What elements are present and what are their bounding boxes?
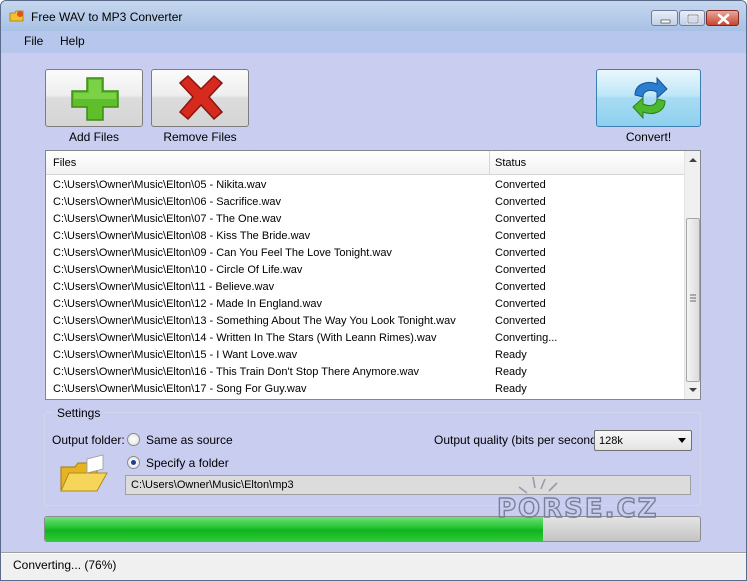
column-files[interactable]: Files [53, 157, 76, 169]
output-quality-label: Output quality (bits per second): [434, 433, 605, 447]
list-row[interactable]: C:\Users\Owner\Music\Elton\13 - Somethin… [46, 313, 684, 330]
scroll-up-icon[interactable] [688, 155, 698, 165]
column-status[interactable]: Status [495, 157, 526, 169]
specify-folder-label[interactable]: Specify a folder [146, 456, 229, 470]
file-path: C:\Users\Owner\Music\Elton\13 - Somethin… [53, 315, 456, 327]
remove-files-button[interactable] [151, 69, 249, 127]
chevron-down-icon [678, 438, 686, 443]
output-folder-label: Output folder: [52, 433, 125, 447]
file-status: Converted [495, 298, 546, 310]
list-row[interactable]: C:\Users\Owner\Music\Elton\12 - Made In … [46, 296, 684, 313]
file-status: Converted [495, 264, 546, 276]
close-button[interactable] [706, 10, 739, 26]
menu-bar: File Help [1, 31, 746, 53]
file-path: C:\Users\Owner\Music\Elton\07 - The One.… [53, 213, 282, 225]
file-status: Ready [495, 349, 527, 361]
output-quality-value: 128k [599, 435, 623, 447]
file-path: C:\Users\Owner\Music\Elton\17 - Song For… [53, 383, 307, 395]
status-bar: Converting... (76%) [1, 552, 746, 580]
file-status: Ready [495, 383, 527, 395]
list-row[interactable]: C:\Users\Owner\Music\Elton\15 - I Want L… [46, 347, 684, 364]
file-path: C:\Users\Owner\Music\Elton\08 - Kiss The… [53, 230, 311, 242]
convert-button[interactable] [596, 69, 701, 127]
specify-folder-radio[interactable] [127, 456, 140, 469]
file-status: Converted [495, 315, 546, 327]
vertical-scrollbar[interactable] [684, 151, 700, 399]
folder-icon[interactable] [57, 453, 109, 497]
file-path: C:\Users\Owner\Music\Elton\12 - Made In … [53, 298, 323, 310]
minimize-icon [660, 19, 671, 24]
menu-file[interactable]: File [20, 34, 47, 48]
file-path: C:\Users\Owner\Music\Elton\16 - This Tra… [53, 366, 420, 378]
list-row[interactable]: C:\Users\Owner\Music\Elton\14 - Written … [46, 330, 684, 347]
list-row[interactable]: C:\Users\Owner\Music\Elton\08 - Kiss The… [46, 228, 684, 245]
files-list[interactable]: Files Status C:\Users\Owner\Music\Elton\… [45, 150, 701, 400]
file-status: Converting... [495, 332, 558, 344]
status-text: Converting... (76%) [13, 558, 117, 572]
list-header: Files Status [46, 151, 684, 175]
same-as-source-label[interactable]: Same as source [146, 433, 233, 447]
close-icon [717, 13, 730, 25]
list-row[interactable]: C:\Users\Owner\Music\Elton\11 - Believe.… [46, 279, 684, 296]
list-rows: C:\Users\Owner\Music\Elton\05 - Nikita.w… [46, 177, 684, 398]
list-row[interactable]: C:\Users\Owner\Music\Elton\16 - This Tra… [46, 364, 684, 381]
file-status: Converted [495, 230, 546, 242]
file-status: Converted [495, 179, 546, 191]
file-status: Converted [495, 213, 546, 225]
title-bar[interactable]: Free WAV to MP3 Converter [1, 1, 746, 31]
convert-label: Convert! [625, 130, 672, 144]
add-files-label: Add Files [68, 130, 120, 144]
column-separator[interactable] [489, 151, 490, 175]
menu-help[interactable]: Help [56, 34, 89, 48]
refresh-arrows-icon [632, 76, 668, 120]
list-row[interactable]: C:\Users\Owner\Music\Elton\05 - Nikita.w… [46, 177, 684, 194]
output-quality-select[interactable]: 128k [594, 430, 692, 451]
list-row[interactable]: C:\Users\Owner\Music\Elton\07 - The One.… [46, 211, 684, 228]
scroll-thumb[interactable] [686, 218, 700, 382]
file-status: Converted [495, 247, 546, 259]
app-window: Free WAV to MP3 Converter File Help Add … [0, 0, 747, 581]
plus-icon [71, 77, 119, 121]
watermark-text: PORSE.CZ [497, 494, 658, 523]
file-path: C:\Users\Owner\Music\Elton\06 - Sacrific… [53, 196, 282, 208]
file-path: C:\Users\Owner\Music\Elton\09 - Can You … [53, 247, 392, 259]
list-row[interactable]: C:\Users\Owner\Music\Elton\09 - Can You … [46, 245, 684, 262]
app-folder-icon [9, 10, 24, 22]
same-as-source-radio[interactable] [127, 433, 140, 446]
file-status: Converted [495, 196, 546, 208]
window-title: Free WAV to MP3 Converter [31, 10, 183, 24]
maximize-icon [686, 13, 700, 25]
scroll-down-icon[interactable] [688, 385, 698, 395]
file-path: C:\Users\Owner\Music\Elton\10 - Circle O… [53, 264, 303, 276]
status-separator [1, 553, 746, 554]
list-row[interactable]: C:\Users\Owner\Music\Elton\06 - Sacrific… [46, 194, 684, 211]
output-folder-path: C:\Users\Owner\Music\Elton\mp3 [131, 479, 294, 491]
progress-fill [45, 517, 543, 541]
file-status: Ready [495, 366, 527, 378]
list-row[interactable]: C:\Users\Owner\Music\Elton\10 - Circle O… [46, 262, 684, 279]
settings-title: Settings [53, 406, 105, 420]
add-files-button[interactable] [45, 69, 143, 127]
grip-icon [690, 294, 696, 302]
file-status: Converted [495, 281, 546, 293]
remove-files-label: Remove Files [163, 130, 237, 144]
maximize-button[interactable] [679, 10, 705, 26]
list-row[interactable]: C:\Users\Owner\Music\Elton\17 - Song For… [46, 381, 684, 398]
minimize-button[interactable] [651, 10, 678, 26]
file-path: C:\Users\Owner\Music\Elton\05 - Nikita.w… [53, 179, 267, 191]
watermark-logo: PORSE.CZ [497, 476, 658, 523]
file-path: C:\Users\Owner\Music\Elton\14 - Written … [53, 332, 437, 344]
file-path: C:\Users\Owner\Music\Elton\15 - I Want L… [53, 349, 298, 361]
cross-icon [178, 74, 224, 121]
file-path: C:\Users\Owner\Music\Elton\11 - Believe.… [53, 281, 275, 293]
